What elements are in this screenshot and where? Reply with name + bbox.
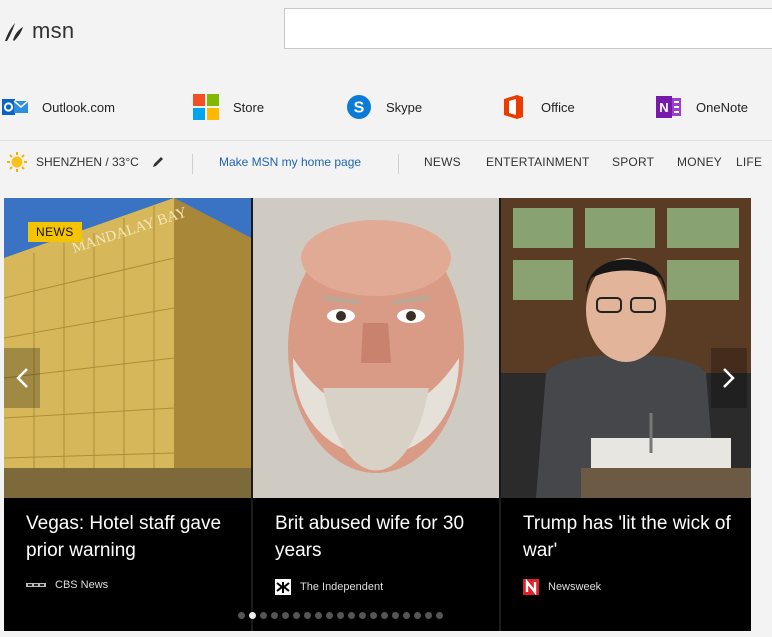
news-card[interactable]: MANDALAY BAY NEWS Vegas: Hotel staff gav…: [4, 198, 251, 631]
carousel-prev-button[interactable]: [4, 348, 40, 408]
news-title[interactable]: Trump has 'lit the wick of war': [523, 510, 735, 564]
nav-tab-money[interactable]: MONEY: [677, 155, 722, 169]
app-label: Office: [541, 99, 575, 115]
store-icon: [193, 94, 219, 120]
news-caption: Trump has 'lit the wick of war' Newsweek: [501, 498, 751, 631]
carousel-dot[interactable]: [414, 612, 421, 619]
header: msn: [0, 0, 772, 64]
nav-separator: [398, 154, 399, 174]
brand-name: msn: [32, 18, 75, 43]
nav-separator: [192, 154, 193, 174]
weather-widget[interactable]: SHENZHEN / 33°C: [6, 151, 165, 173]
carousel-dot[interactable]: [315, 612, 322, 619]
nav-tab-sport[interactable]: SPORT: [612, 155, 654, 169]
nav-bar: SHENZHEN / 33°C Make MSN my home page NE…: [0, 142, 772, 184]
app-label: Outlook.com: [42, 99, 115, 115]
make-home-page-link[interactable]: Make MSN my home page: [219, 155, 361, 169]
app-label: Store: [233, 99, 265, 115]
carousel-dot[interactable]: [370, 612, 377, 619]
news-card[interactable]: Brit abused wife for 30 years The Indepe…: [253, 198, 499, 631]
carousel-dot[interactable]: [282, 612, 289, 619]
carousel-dot[interactable]: [348, 612, 355, 619]
carousel-dot[interactable]: [359, 612, 366, 619]
carousel-next-button[interactable]: [711, 348, 747, 408]
carousel-dot[interactable]: [304, 612, 311, 619]
carousel-dot[interactable]: [293, 612, 300, 619]
carousel-dot[interactable]: [392, 612, 399, 619]
the-independent-logo-icon: [275, 579, 291, 595]
app-label: Skype: [386, 99, 423, 115]
app-link-onenote[interactable]: N OneNote: [656, 86, 748, 128]
app-link-skype[interactable]: S Skype: [346, 86, 422, 128]
carousel-dot[interactable]: [403, 612, 410, 619]
carousel-dot[interactable]: [381, 612, 388, 619]
carousel-dot[interactable]: [238, 612, 245, 619]
news-source: CBS News: [26, 579, 108, 591]
carousel-dot[interactable]: [425, 612, 432, 619]
source-name: Newsweek: [548, 581, 602, 593]
news-caption: Vegas: Hotel staff gave prior warning CB…: [4, 498, 251, 631]
outlook-icon: [2, 99, 28, 115]
newsweek-logo-icon: [523, 579, 539, 595]
msn-logo[interactable]: msn: [2, 14, 74, 48]
skype-icon: S: [347, 95, 371, 119]
carousel-dot[interactable]: [271, 612, 278, 619]
app-link-outlook[interactable]: Outlook.com: [2, 86, 115, 128]
news-badge: NEWS: [28, 222, 82, 242]
news-title[interactable]: Vegas: Hotel staff gave prior warning: [26, 510, 235, 564]
source-name: CBS News: [55, 579, 109, 591]
carousel-dot[interactable]: [260, 612, 267, 619]
nav-tab-news[interactable]: NEWS: [424, 155, 461, 169]
cbs-news-logo-icon: [26, 583, 46, 587]
carousel-dot[interactable]: [337, 612, 344, 619]
divider: [0, 140, 772, 141]
carousel-pagination: [238, 612, 443, 619]
onenote-icon: N: [656, 96, 681, 118]
chevron-right-icon: [723, 368, 735, 388]
nav-tab-life[interactable]: LIFE: [736, 155, 762, 169]
sun-icon: [7, 152, 27, 172]
bearded-man-image: [253, 198, 499, 498]
svg-text:N: N: [659, 100, 668, 115]
office-icon: [504, 95, 523, 119]
hotel-building-image: MANDALAY BAY: [4, 198, 251, 498]
carousel-dot[interactable]: [249, 612, 256, 619]
chevron-left-icon: [16, 368, 28, 388]
carousel-dot[interactable]: [326, 612, 333, 619]
source-name: The Independent: [300, 581, 384, 593]
news-carousel: MANDALAY BAY NEWS Vegas: Hotel staff gav…: [4, 198, 751, 631]
weather-text: SHENZHEN / 33°C: [36, 155, 139, 169]
news-card[interactable]: Trump has 'lit the wick of war' Newsweek: [501, 198, 751, 631]
app-label: OneNote: [696, 99, 749, 115]
app-link-store[interactable]: Store: [193, 86, 264, 128]
page-margin: [751, 198, 772, 631]
news-source: Newsweek: [523, 579, 601, 595]
msn-butterfly-icon: [5, 23, 23, 41]
app-links: Outlook.com Store S Skype Office N OneNo…: [0, 86, 772, 128]
nav-tab-entertainment[interactable]: ENTERTAINMENT: [486, 155, 590, 169]
search-input[interactable]: [284, 8, 772, 49]
carousel-dot[interactable]: [436, 612, 443, 619]
svg-text:S: S: [354, 100, 365, 117]
news-title[interactable]: Brit abused wife for 30 years: [275, 510, 483, 564]
news-source: The Independent: [275, 579, 383, 595]
app-link-office[interactable]: Office: [501, 86, 575, 128]
edit-pencil-icon[interactable]: [151, 155, 165, 169]
